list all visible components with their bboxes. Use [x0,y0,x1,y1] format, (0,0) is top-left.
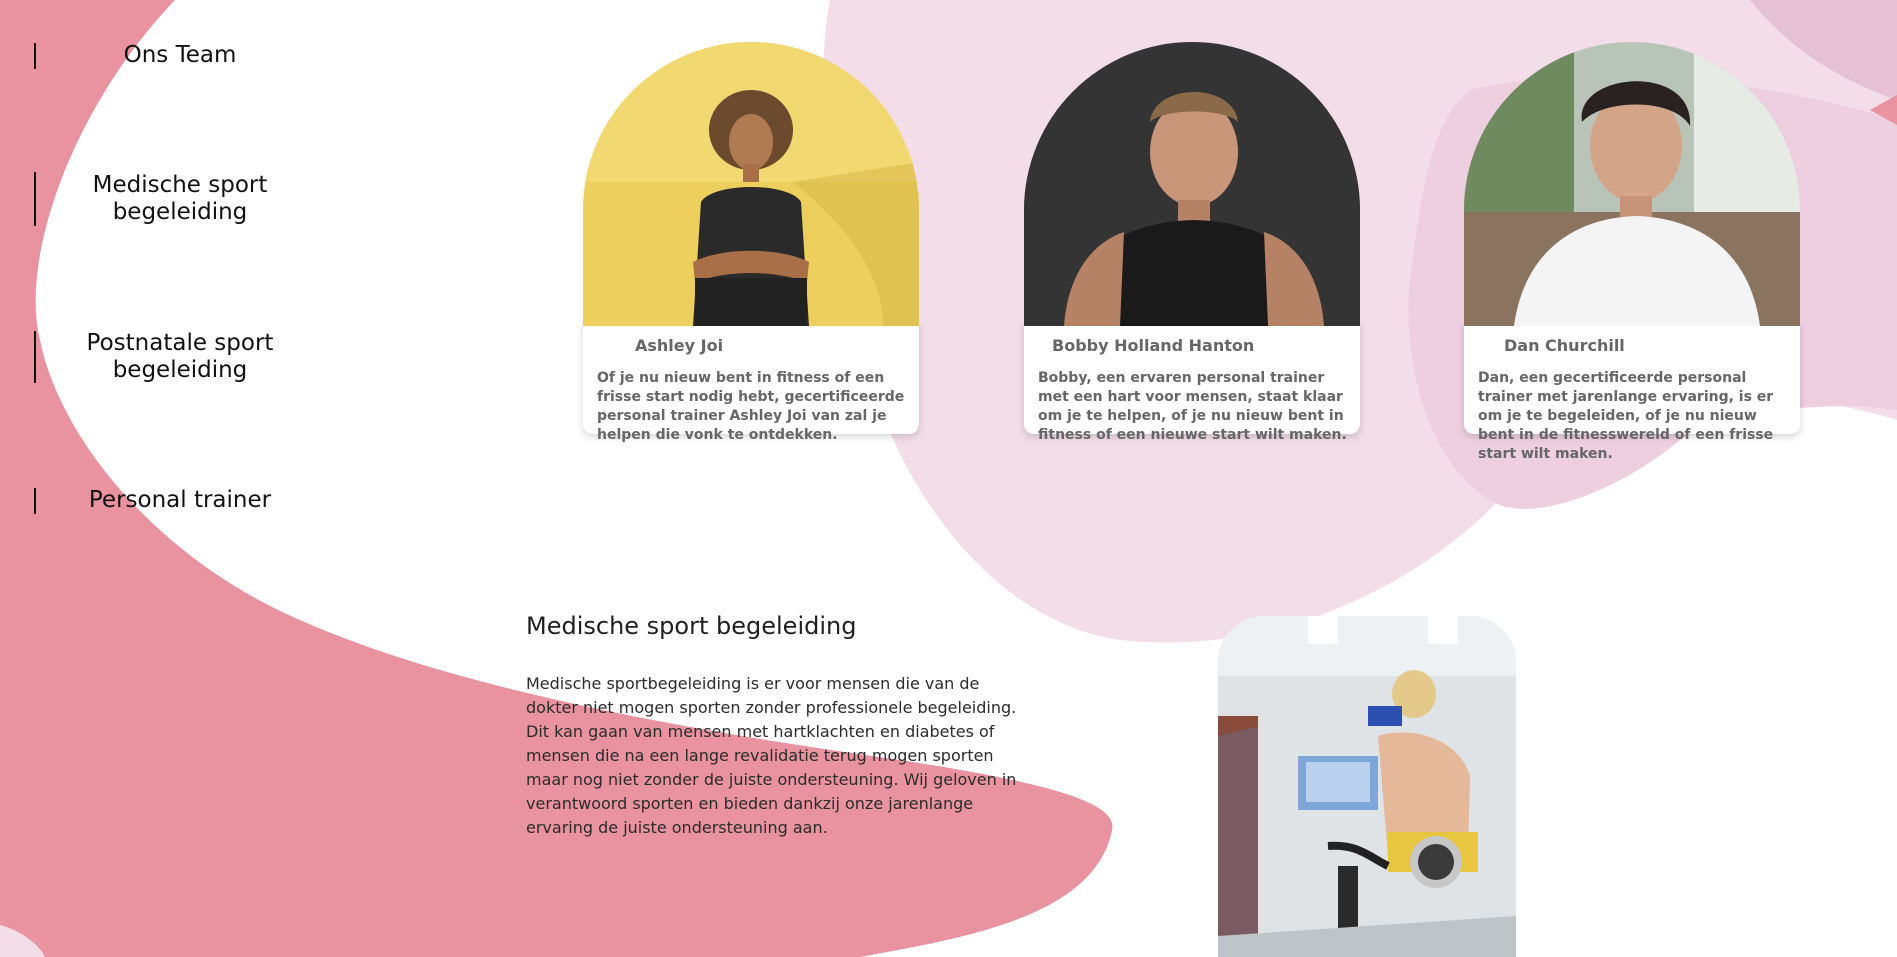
team-member-bio: Dan, een gecertificeerde personal traine… [1478,370,1774,462]
nav-item-label: Medische sport begeleiding [92,172,268,225]
team-card-body: Dan Churchill Dan, een gecertificeerde p… [1464,322,1800,462]
nav-item-label: Personal trainer [88,487,272,513]
team-card-body: Ashley Joi Of je nu nieuw bent in fitnes… [583,322,919,443]
team-member-name: Bobby Holland Hanton [1052,336,1255,355]
section-photo [1218,616,1516,957]
team-photo-ashley [583,42,919,326]
team-card-bobby[interactable]: Bobby Holland Hanton Bobby, een ervaren … [1024,42,1360,443]
medische-sport-section: Medische sport begeleiding Medische spor… [526,612,1026,840]
team-card-ashley[interactable]: Ashley Joi Of je nu nieuw bent in fitnes… [583,42,919,443]
team-photo-dan [1464,42,1800,326]
team-member-name: Ashley Joi [635,336,724,355]
team-member-name: Dan Churchill [1504,336,1625,355]
section-body: Medische sportbegeleiding is er voor men… [526,674,1017,837]
nav-item-medische-sport-begeleiding[interactable]: Medische sport begeleiding [34,172,324,226]
side-nav: Ons Team Medische sport begeleiding Post… [0,0,330,560]
nav-item-personal-trainer[interactable]: Personal trainer [34,487,324,514]
team-card-body: Bobby Holland Hanton Bobby, een ervaren … [1024,322,1360,443]
team-member-bio: Bobby, een ervaren personal trainer met … [1038,370,1347,443]
team-member-bio: Of je nu nieuw bent in fitness of een fr… [597,370,905,443]
team-photo-bobby [1024,42,1360,326]
section-title: Medische sport begeleiding [526,612,857,640]
nav-item-label: Postnatale sport begeleiding [86,330,274,383]
team-card-dan[interactable]: Dan Churchill Dan, een gecertificeerde p… [1464,42,1800,462]
nav-item-postnatale-sport-begeleiding[interactable]: Postnatale sport begeleiding [34,330,324,384]
nav-item-ons-team[interactable]: Ons Team [34,42,324,69]
nav-item-label: Ons Team [123,42,237,68]
